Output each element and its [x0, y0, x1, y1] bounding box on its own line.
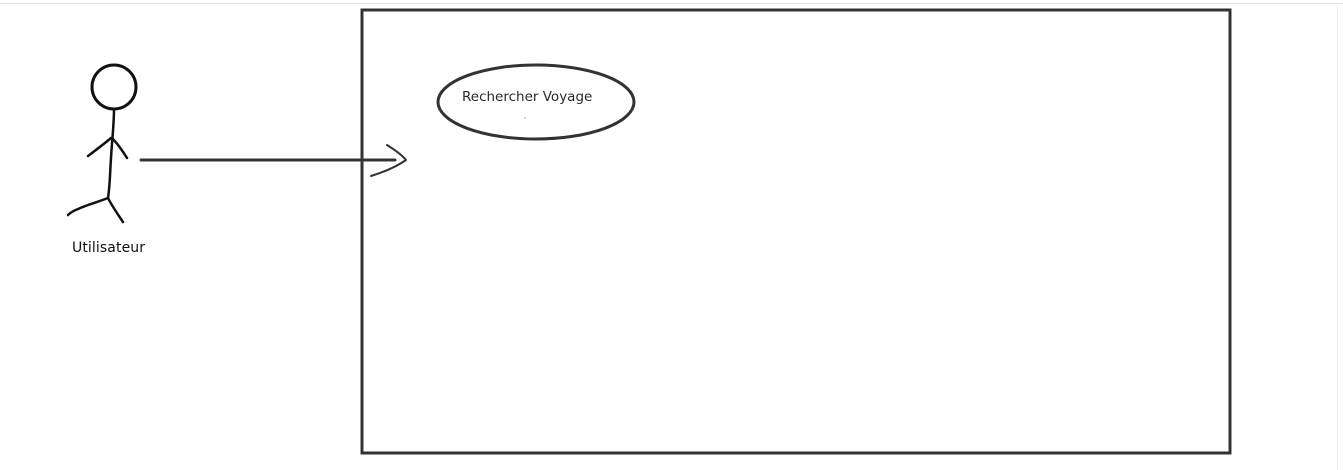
actor-right-leg [106, 196, 125, 224]
system-boundary [360, 8, 1232, 455]
actor-left-leg [66, 196, 110, 217]
association-arrow [139, 144, 407, 177]
diagram-drawing [66, 8, 1232, 455]
actor-head [90, 63, 138, 111]
actor-right-arm [110, 136, 129, 160]
stick-figure-icon [66, 63, 138, 224]
use-case-label: Rechercher Voyage [462, 89, 593, 105]
diagram-canvas: Utilisateur Rechercher Voyage [0, 0, 1343, 470]
actor-label: Utilisateur [72, 240, 146, 256]
use-case-dot [524, 117, 526, 119]
actor-left-arm [86, 136, 113, 158]
actor-body [106, 107, 116, 200]
